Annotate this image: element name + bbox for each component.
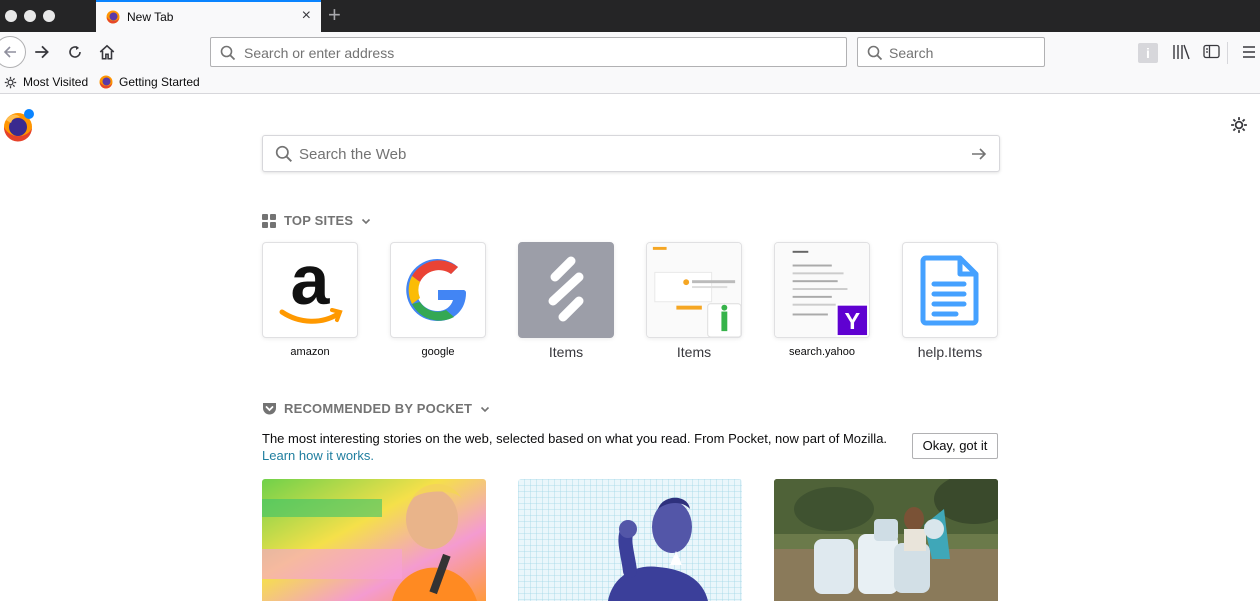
yahoo-thumbnail-icon: Y: [775, 243, 869, 337]
home-button[interactable]: [94, 39, 120, 65]
chevron-down-icon: [362, 218, 371, 224]
tab-new-tab[interactable]: New Tab ×: [96, 0, 321, 32]
top-site-label: search.yahoo: [788, 346, 856, 358]
firefox-icon: [99, 75, 113, 89]
gear-icon: [4, 76, 17, 88]
home-icon: [99, 44, 115, 60]
close-window-button[interactable]: [5, 10, 17, 22]
top-site-help-items[interactable]: help.Items: [902, 242, 998, 360]
pocket-description-text: The most interesting stories on the web,…: [262, 431, 888, 446]
okay-got-it-button[interactable]: Okay, got it: [912, 433, 998, 459]
chevron-down-icon: [481, 406, 490, 412]
search-icon: [275, 145, 292, 162]
top-sites-label: TOP SITES: [284, 213, 354, 228]
zoom-window-button[interactable]: [43, 10, 55, 22]
new-tab-button[interactable]: +: [328, 4, 341, 26]
pocket-description: The most interesting stories on the web,…: [262, 430, 892, 464]
story-image-man: [518, 479, 742, 601]
google-logo-icon: [406, 259, 466, 322]
items-screenshot-tile: [646, 242, 742, 338]
toolbar-separator: [1227, 42, 1228, 64]
firefox-icon: [106, 10, 120, 24]
settings-gear-icon[interactable]: [1230, 116, 1248, 134]
close-tab-icon[interactable]: ×: [302, 7, 311, 25]
grid-icon: [262, 213, 276, 228]
items-logo-icon: [548, 256, 584, 322]
top-site-label: google: [421, 346, 455, 358]
search-icon: [220, 45, 236, 61]
top-site-search-yahoo[interactable]: Y search.yahoo: [774, 242, 870, 358]
svg-text:Y: Y: [845, 308, 861, 334]
top-site-label: amazon: [290, 346, 330, 358]
svg-text:a: a: [291, 250, 331, 319]
amazon-logo-icon: a: [279, 250, 343, 324]
items-tile: [518, 242, 614, 338]
learn-how-link[interactable]: Learn how it works.: [262, 448, 374, 463]
bookmark-getting-started[interactable]: Getting Started: [99, 75, 200, 89]
address-placeholder: Search or enter address: [244, 45, 395, 61]
search-icon: [867, 45, 883, 61]
tab-title: New Tab: [127, 10, 174, 24]
bookmark-label: Getting Started: [119, 75, 200, 89]
web-search-placeholder: Search the Web: [299, 146, 407, 163]
top-sites-heading[interactable]: TOP SITES: [262, 213, 371, 228]
firefox-logo-icon: [3, 109, 34, 142]
library-icon[interactable]: [1172, 44, 1190, 60]
pocket-icon: [263, 402, 276, 414]
back-arrow-icon: [3, 46, 16, 58]
yahoo-screenshot-tile: Y: [774, 242, 870, 338]
search-bar[interactable]: Search: [857, 37, 1045, 67]
pocket-label: RECOMMENDED BY POCKET: [284, 401, 473, 416]
top-site-label: Items: [548, 344, 584, 360]
web-search-box[interactable]: Search the Web: [262, 135, 1000, 172]
pocket-story-card[interactable]: [262, 479, 486, 601]
bookmark-most-visited[interactable]: Most Visited: [4, 75, 88, 89]
navigation-toolbar: Search or enter address Search i: [0, 32, 1260, 72]
document-icon: [920, 255, 979, 326]
pocket-heading[interactable]: RECOMMENDED BY POCKET: [262, 401, 490, 416]
back-button[interactable]: [0, 36, 26, 68]
bookmarks-toolbar: Most Visited Getting Started: [0, 72, 1260, 94]
page-thumbnail-icon: [647, 243, 741, 337]
pocket-story-card[interactable]: [518, 479, 742, 601]
tab-strip: New Tab × +: [0, 0, 1260, 32]
search-placeholder: Search: [889, 45, 934, 61]
help-items-tile: [902, 242, 998, 338]
forward-button[interactable]: [29, 39, 55, 65]
reload-icon: [69, 46, 81, 58]
sidebar-icon[interactable]: [1203, 44, 1221, 60]
top-site-label: help.Items: [917, 344, 983, 360]
top-site-amazon[interactable]: a amazon: [262, 242, 358, 358]
forward-arrow-icon: [35, 45, 49, 59]
story-image-singer: [262, 479, 486, 601]
bookmark-label: Most Visited: [23, 75, 89, 89]
top-site-google[interactable]: google: [390, 242, 486, 358]
top-site-items[interactable]: Items: [518, 242, 614, 360]
minimize-window-button[interactable]: [24, 10, 36, 22]
google-tile: [390, 242, 486, 338]
hamburger-menu-icon[interactable]: [1242, 45, 1256, 59]
address-bar[interactable]: Search or enter address: [210, 37, 847, 67]
extension-info-icon[interactable]: i: [1138, 43, 1158, 63]
reload-button[interactable]: [62, 39, 88, 65]
story-image-water-bottles: [774, 479, 998, 601]
search-submit-arrow-icon[interactable]: [969, 144, 989, 164]
pocket-story-card[interactable]: [774, 479, 998, 601]
amazon-tile: a: [262, 242, 358, 338]
top-site-items-2[interactable]: Items: [646, 242, 742, 360]
top-site-label: Items: [676, 344, 712, 360]
